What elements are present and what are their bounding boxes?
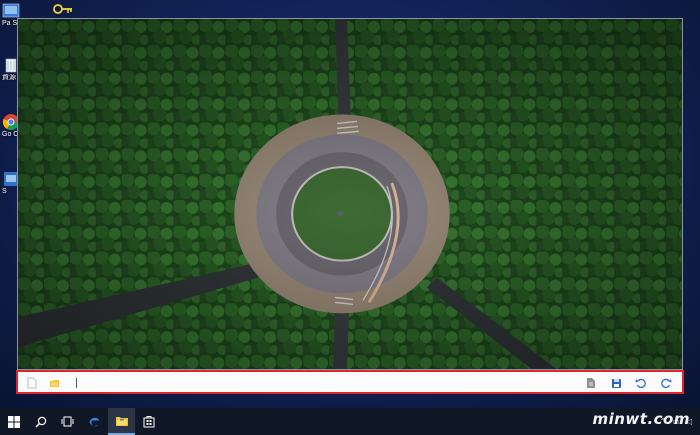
search-icon [35, 416, 46, 427]
save-icon [611, 378, 621, 388]
viewer-toolbar [16, 370, 684, 394]
image-viewer-window[interactable] [17, 18, 683, 370]
open-folder-icon [49, 379, 59, 387]
toolbar-right-group [585, 376, 672, 390]
windows-start-icon [7, 415, 20, 428]
store-button[interactable] [135, 408, 162, 435]
task-view-icon [61, 416, 74, 427]
edge-icon [89, 417, 100, 427]
file-explorer-icon [115, 416, 128, 426]
key-icon [53, 4, 72, 14]
new-file-icon [27, 377, 37, 389]
search-button[interactable] [27, 408, 54, 435]
new-file-button[interactable] [26, 377, 38, 389]
file-explorer-button[interactable] [108, 408, 135, 435]
rotate-right-icon [661, 378, 672, 389]
toolbar-left-group [26, 376, 77, 390]
rotate-left-button[interactable] [635, 377, 647, 389]
task-view-button[interactable] [54, 408, 81, 435]
document-icon [587, 378, 595, 388]
save-button[interactable] [610, 377, 622, 389]
document-button[interactable] [585, 377, 597, 389]
aerial-photo [18, 19, 682, 369]
edge-button[interactable] [81, 408, 108, 435]
rotate-right-button[interactable] [660, 377, 672, 389]
text-cursor [76, 378, 77, 388]
watermark-text: minwt.com [592, 410, 690, 428]
open-folder-button[interactable] [48, 377, 60, 389]
store-icon [143, 416, 154, 428]
rotate-left-icon [635, 378, 646, 389]
start-button[interactable] [0, 408, 27, 435]
